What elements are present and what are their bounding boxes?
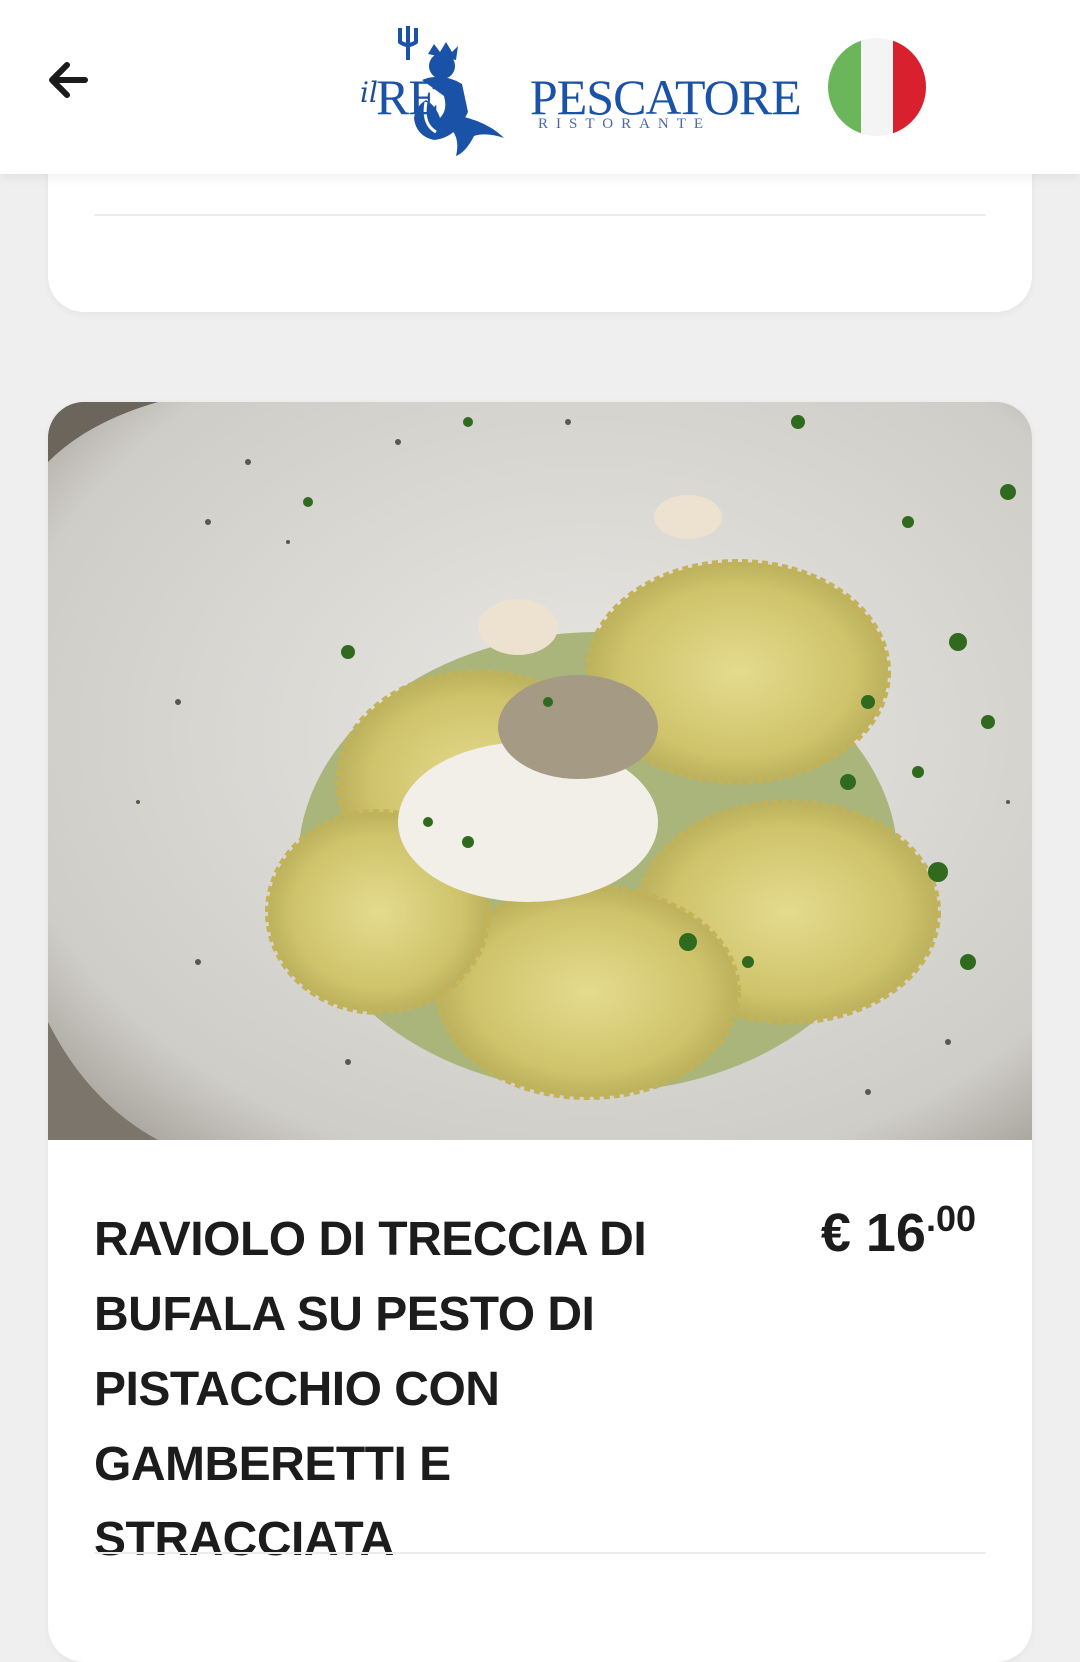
card-divider — [94, 1552, 986, 1554]
dish-photo — [48, 402, 1032, 1140]
dish-name: RAVIOLO DI TRECCIA DI BUFALA SU PESTO DI… — [94, 1213, 647, 1566]
restaurant-logo: il RE PESCATORE RISTORANTE — [356, 20, 802, 160]
price-cents: .00 — [925, 1198, 976, 1239]
card-divider — [94, 214, 986, 216]
language-flag-icon[interactable] — [828, 38, 926, 136]
menu-item-card[interactable]: RAVIOLO DI TRECCIA DI BUFALA SU PESTO DI… — [48, 402, 1032, 1662]
arrow-left-icon — [49, 62, 88, 98]
logo-subtitle: RISTORANTE — [538, 116, 712, 132]
back-button[interactable] — [40, 52, 96, 108]
price-currency: € — [820, 1203, 866, 1263]
price-main: 16 — [865, 1203, 926, 1263]
app-header: il RE PESCATORE RISTORANTE — [0, 0, 1080, 174]
dish-price: € 16.00 — [820, 1198, 976, 1264]
